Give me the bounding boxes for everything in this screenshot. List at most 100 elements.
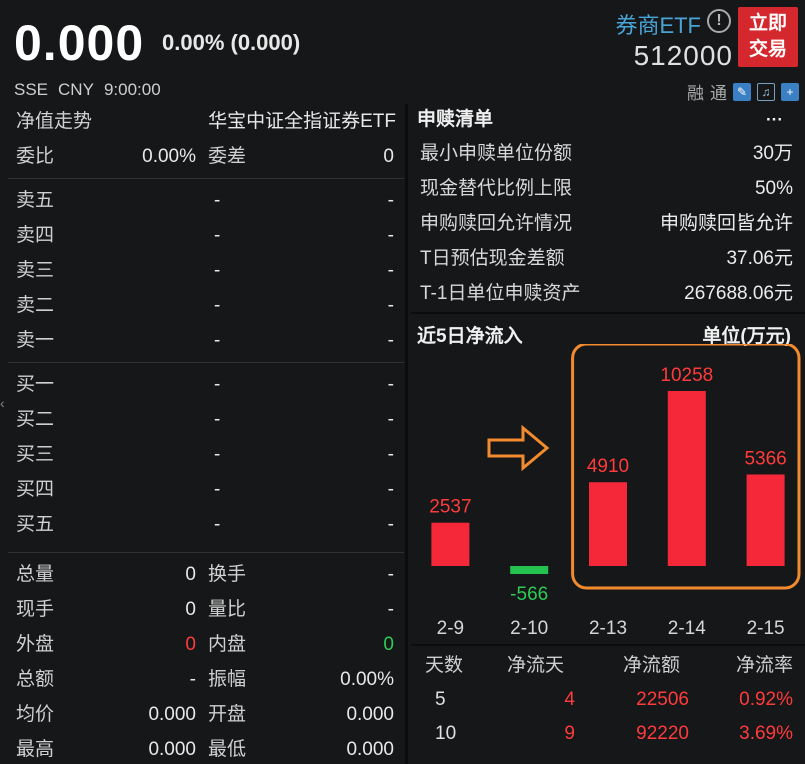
- buy-level-row: 买一 - -: [8, 367, 404, 402]
- level-volume: -: [387, 260, 394, 281]
- level-volume: -: [387, 295, 394, 316]
- level-volume: -: [387, 374, 394, 395]
- level-price: -: [214, 260, 221, 281]
- weibi-value: 0.00%: [142, 146, 196, 167]
- price-change: 0.00% (0.000): [162, 30, 301, 55]
- creation-item-value: 申购赎回皆允许: [659, 213, 793, 234]
- level-label: 卖二: [16, 295, 55, 316]
- table-cell: 3.69%: [739, 723, 793, 744]
- highlight-arrow-icon: [487, 424, 550, 472]
- creation-item-value: 37.06元: [726, 248, 793, 269]
- x-tick-label: 2-15: [747, 618, 785, 639]
- stat-value: 0: [185, 599, 196, 620]
- level-price: -: [214, 514, 221, 535]
- creation-redemption-panel: 申赎清单 ··· 最小申赎单位份额 30万 现金替代比例上限 50% 申购赎回允许情况申…: [411, 104, 805, 764]
- collapse-handle-icon[interactable]: ‹: [0, 395, 6, 455]
- col-header: 净流额: [623, 655, 681, 676]
- sell-level-row: 卖三 - -: [8, 253, 404, 288]
- creation-list-title: 申赎清单: [417, 109, 494, 130]
- creation-item: T日预估现金差额 37.06元: [411, 241, 805, 276]
- bar-data-label: 4910: [587, 456, 629, 477]
- creation-item-label: 申购赎回允许情况: [420, 213, 573, 234]
- stat-label: 振幅: [208, 669, 247, 690]
- creation-item-value: 50%: [754, 178, 793, 199]
- stat-label: 外盘: [16, 634, 55, 655]
- level-label: 买一: [16, 374, 55, 395]
- table-cell: 92220: [636, 723, 689, 744]
- table-cell: 5: [435, 689, 446, 710]
- level-volume: -: [387, 409, 394, 430]
- stat-value: -: [387, 564, 394, 585]
- level-label: 卖三: [16, 260, 55, 281]
- bar-data-label: 10258: [660, 365, 713, 386]
- creation-item-label: T-1日单位申赎资产: [420, 283, 581, 304]
- stat-label: 量比: [208, 599, 247, 620]
- stat-value: 0.000: [148, 739, 196, 760]
- table-cell: 22506: [636, 689, 689, 710]
- x-tick-label: 2-10: [510, 618, 548, 639]
- level-price: -: [214, 295, 221, 316]
- trade-stats: 总量 0 换手 - 现手 0 量比 - 外盘 0 内盘 0 总额 - 振幅 0.00% 均价 0.000 开盘 0.0…: [8, 557, 404, 764]
- col-header: 净流率: [735, 655, 793, 676]
- info-icon[interactable]: !: [707, 9, 731, 33]
- stat-value: -: [387, 599, 394, 620]
- level-price: -: [214, 330, 221, 351]
- creation-item-label: T日预估现金差额: [420, 248, 565, 269]
- creation-item-value: 267688.06元: [684, 283, 793, 304]
- x-tick-label: 2-13: [589, 618, 627, 639]
- weibi-label: 委比: [16, 146, 55, 167]
- last-price: 0.000: [14, 15, 145, 71]
- level-volume: -: [387, 479, 394, 500]
- level-volume: -: [387, 190, 394, 211]
- stat-value: 0: [185, 564, 196, 585]
- panel-header: 净值走势 华宝中证全指证券ETF: [8, 104, 404, 139]
- bar-data-label: -566: [510, 584, 548, 605]
- bell-icon[interactable]: ♫: [757, 82, 775, 101]
- more-menu-icon[interactable]: ···: [766, 104, 783, 136]
- buy-level-row: 买五 - -: [8, 507, 404, 542]
- trade-now-button[interactable]: 立即 交易: [738, 7, 798, 67]
- bar-data-label: 5366: [744, 448, 786, 469]
- fund-name: 华宝中证全指证券ETF: [208, 111, 396, 132]
- level-label: 买五: [16, 514, 55, 535]
- market-meta: SSE CNY 9:00:00: [14, 80, 161, 100]
- stat-label: 总量: [16, 564, 55, 585]
- stat-label: 最高: [16, 739, 55, 760]
- add-icon[interactable]: +: [781, 82, 799, 101]
- x-tick-label: 2-14: [668, 618, 706, 639]
- nav-trend-tab[interactable]: 净值走势: [16, 104, 92, 139]
- etf-quote-screen: { "header": { "price": "0.000", "change"…: [0, 0, 805, 764]
- creation-item-label: 现金替代比例上限: [420, 178, 573, 199]
- etf-category-link[interactable]: 券商ETF: [615, 8, 701, 40]
- chart-bar: [589, 482, 627, 566]
- stat-value: 0: [185, 634, 196, 655]
- table-cell: 9: [564, 723, 575, 744]
- stat-value: 0: [383, 634, 394, 655]
- etf-code: 512000: [633, 40, 733, 71]
- stat-value: 0.000: [346, 704, 394, 725]
- creation-item: 最小申赎单位份额 30万: [411, 136, 805, 171]
- level-label: 买四: [16, 479, 55, 500]
- stat-row: 最高 0.000 最低 0.000: [8, 732, 404, 764]
- stat-value: 0.000: [148, 704, 196, 725]
- table-row: 10 9 92220 3.69%: [411, 717, 805, 751]
- trade-button-line2: 交易: [748, 39, 787, 60]
- stat-row: 总额 - 振幅 0.00%: [8, 662, 404, 697]
- level-label: 卖一: [16, 330, 55, 351]
- edit-icon[interactable]: ✎: [733, 82, 751, 101]
- level-price: -: [214, 190, 221, 211]
- connect-tag: 通: [710, 84, 727, 103]
- level-price: -: [214, 444, 221, 465]
- weibi-row: 委比 0.00% 委差 0: [8, 139, 404, 174]
- level-label: 卖五: [16, 190, 55, 211]
- order-book-panel: 净值走势 华宝中证全指证券ETF 委比 0.00% 委差 0 卖五 - - 卖四 - - 卖…: [8, 104, 404, 764]
- creation-list-header: 申赎清单 ···: [411, 104, 805, 136]
- stat-row: 现手 0 量比 -: [8, 592, 404, 627]
- table-header: 天数 净流天 净流额 净流率: [411, 649, 805, 683]
- stat-value: 0.000: [346, 739, 394, 760]
- table-cell: 4: [564, 689, 575, 710]
- col-header: 天数: [425, 655, 464, 676]
- sell-level-row: 卖二 - -: [8, 288, 404, 323]
- buy-orders: 买一 - - 买二 - - 买三 - - 买四 - - 买五 - -: [8, 367, 404, 542]
- table-row: 5 4 22506 0.92%: [411, 683, 805, 717]
